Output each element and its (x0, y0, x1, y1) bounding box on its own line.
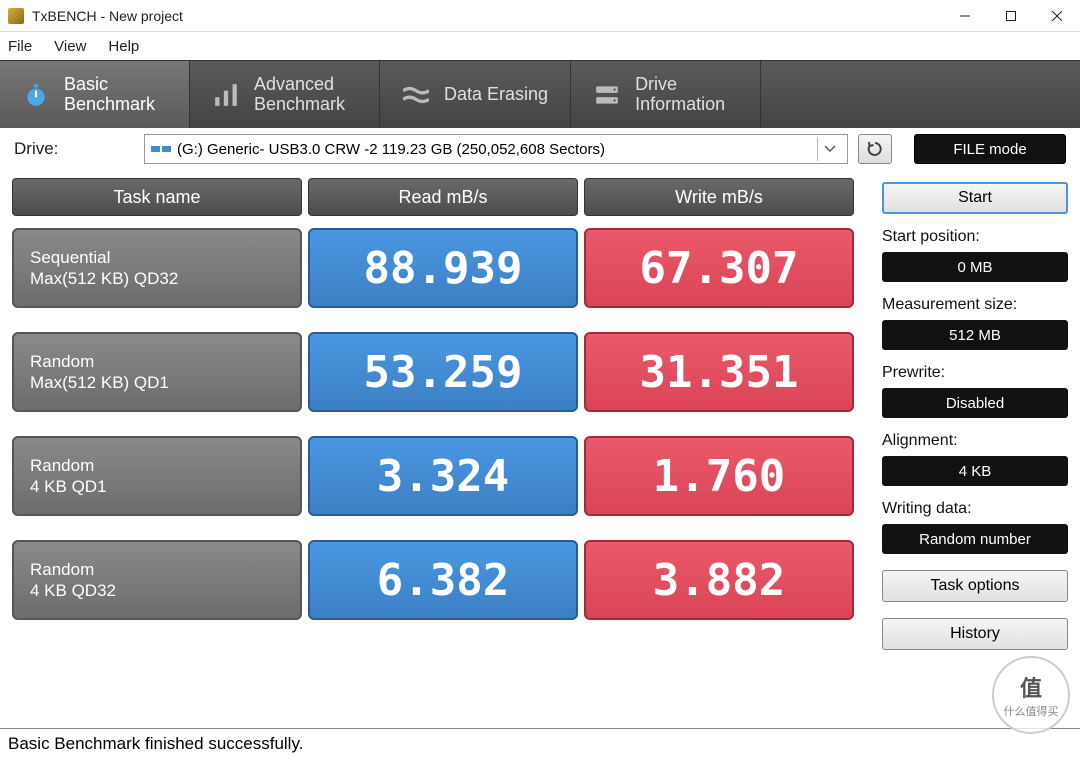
measurement-size-label: Measurement size: (882, 296, 1068, 314)
tab-label: Advanced Benchmark (254, 75, 345, 115)
write-value: 31.351 (584, 332, 854, 412)
stopwatch-icon (22, 81, 50, 109)
drive-selected-text: (G:) Generic- USB3.0 CRW -2 119.23 GB (2… (177, 141, 605, 158)
start-button[interactable]: Start (882, 182, 1068, 214)
prewrite-value[interactable]: Disabled (882, 388, 1068, 418)
history-button[interactable]: History (882, 618, 1068, 650)
drive-icon (593, 81, 621, 109)
measurement-size-value[interactable]: 512 MB (882, 320, 1068, 350)
tab-label: Data Erasing (444, 85, 548, 105)
watermark: 值 什么值得买 (992, 656, 1070, 734)
tab-label: Basic Benchmark (64, 75, 155, 115)
task-name-line2: 4 KB QD32 (30, 580, 284, 601)
minimize-button[interactable] (942, 0, 988, 32)
read-value: 3.324 (308, 436, 578, 516)
task-cell[interactable]: Sequential Max(512 KB) QD32 (12, 228, 302, 308)
header-task: Task name (12, 178, 302, 216)
maximize-button[interactable] (988, 0, 1034, 32)
side-panel: Start Start position: 0 MB Measurement s… (882, 178, 1068, 650)
drive-label: Drive: (14, 139, 134, 159)
wave-icon (402, 81, 430, 109)
start-position-value[interactable]: 0 MB (882, 252, 1068, 282)
results-panel: Task name Read mB/s Write mB/s Sequentia… (12, 178, 864, 650)
menu-view[interactable]: View (54, 38, 86, 55)
write-value: 1.760 (584, 436, 854, 516)
alignment-label: Alignment: (882, 432, 1068, 450)
task-name-line2: Max(512 KB) QD32 (30, 268, 284, 289)
write-value: 3.882 (584, 540, 854, 620)
result-row: Random 4 KB QD1 3.324 1.760 (12, 436, 864, 516)
task-cell[interactable]: Random 4 KB QD32 (12, 540, 302, 620)
statusbar: Basic Benchmark finished successfully. (0, 728, 1080, 758)
task-cell[interactable]: Random Max(512 KB) QD1 (12, 332, 302, 412)
task-cell[interactable]: Random 4 KB QD1 (12, 436, 302, 516)
task-name-line2: 4 KB QD1 (30, 476, 284, 497)
watermark-char: 值 (1020, 671, 1042, 703)
drive-select[interactable]: (G:) Generic- USB3.0 CRW -2 119.23 GB (2… (144, 134, 848, 164)
task-name-line2: Max(512 KB) QD1 (30, 372, 284, 393)
window-title: TxBENCH - New project (32, 8, 942, 24)
writing-data-label: Writing data: (882, 500, 1068, 518)
read-value: 53.259 (308, 332, 578, 412)
watermark-text: 什么值得买 (1004, 703, 1059, 719)
reload-button[interactable] (858, 134, 892, 164)
menu-file[interactable]: File (8, 38, 32, 55)
task-name-line1: Random (30, 455, 284, 476)
result-row: Random 4 KB QD32 6.382 3.882 (12, 540, 864, 620)
drive-row: Drive: (G:) Generic- USB3.0 CRW -2 119.2… (0, 128, 1080, 170)
header-read: Read mB/s (308, 178, 578, 216)
tabstrip: Basic Benchmark Advanced Benchmark Data … (0, 60, 1080, 128)
menu-help[interactable]: Help (108, 38, 139, 55)
tab-label: Drive Information (635, 75, 725, 115)
task-options-button[interactable]: Task options (882, 570, 1068, 602)
prewrite-label: Prewrite: (882, 364, 1068, 382)
start-position-label: Start position: (882, 228, 1068, 246)
disk-icon (151, 142, 171, 156)
results-header: Task name Read mB/s Write mB/s (12, 178, 864, 216)
task-name-line1: Sequential (30, 247, 284, 268)
bar-chart-icon (212, 81, 240, 109)
header-write: Write mB/s (584, 178, 854, 216)
tab-basic-benchmark[interactable]: Basic Benchmark (0, 61, 190, 128)
close-button[interactable] (1034, 0, 1080, 32)
tab-drive-information[interactable]: Drive Information (571, 61, 761, 128)
task-name-line1: Random (30, 559, 284, 580)
tab-advanced-benchmark[interactable]: Advanced Benchmark (190, 61, 380, 128)
status-text: Basic Benchmark finished successfully. (8, 734, 303, 754)
result-row: Random Max(512 KB) QD1 53.259 31.351 (12, 332, 864, 412)
result-row: Sequential Max(512 KB) QD32 88.939 67.30… (12, 228, 864, 308)
content: Task name Read mB/s Write mB/s Sequentia… (0, 170, 1080, 650)
tab-data-erasing[interactable]: Data Erasing (380, 61, 571, 128)
chevron-down-icon (817, 137, 841, 161)
titlebar: TxBENCH - New project (0, 0, 1080, 32)
reload-icon (866, 140, 884, 158)
write-value: 67.307 (584, 228, 854, 308)
task-name-line1: Random (30, 351, 284, 372)
file-mode-button[interactable]: FILE mode (914, 134, 1066, 164)
alignment-value[interactable]: 4 KB (882, 456, 1068, 486)
writing-data-value[interactable]: Random number (882, 524, 1068, 554)
app-icon (8, 8, 24, 24)
menubar: File View Help (0, 32, 1080, 60)
read-value: 88.939 (308, 228, 578, 308)
read-value: 6.382 (308, 540, 578, 620)
